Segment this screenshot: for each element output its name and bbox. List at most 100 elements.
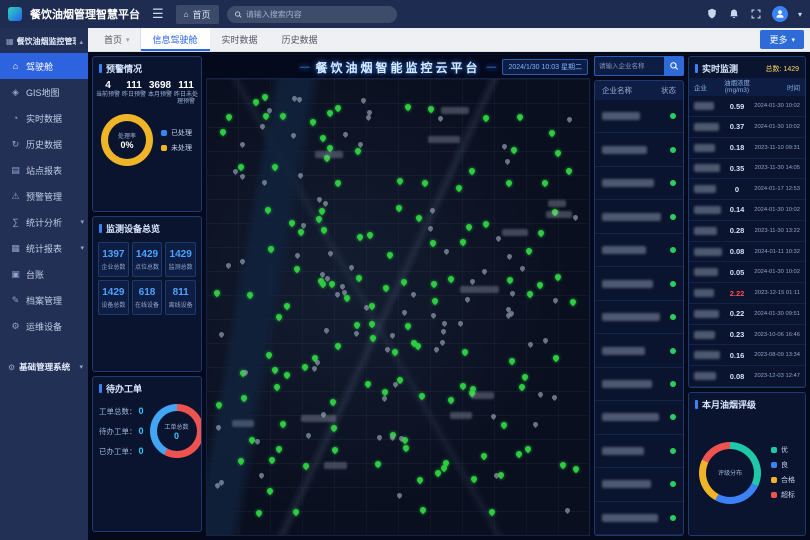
map-marker-online[interactable] (515, 449, 523, 457)
map-marker-online[interactable] (554, 272, 562, 280)
map-marker-offline[interactable] (384, 346, 391, 353)
map-marker-online[interactable] (319, 134, 327, 142)
map-marker-offline[interactable] (360, 97, 367, 104)
map-marker-online[interactable] (279, 420, 287, 428)
map-marker-offline[interactable] (440, 328, 447, 335)
shield-icon[interactable] (706, 8, 718, 20)
company-search-input[interactable] (594, 56, 664, 76)
map-marker-offline[interactable] (427, 225, 434, 232)
map-marker-online[interactable] (288, 219, 296, 227)
realtime-row[interactable]: 0.222024-01-30 09:51 (689, 304, 805, 325)
map-marker-online[interactable] (320, 226, 328, 234)
company-row[interactable] (595, 502, 683, 535)
map-marker-offline[interactable] (433, 346, 440, 353)
company-row[interactable] (595, 301, 683, 334)
map-marker-offline[interactable] (410, 291, 417, 298)
tab-信息驾驶舱[interactable]: 信息驾驶舱 (141, 28, 210, 51)
map-marker-online[interactable] (315, 214, 323, 222)
map-marker-online[interactable] (283, 371, 291, 379)
map-marker-offline[interactable] (239, 257, 246, 264)
realtime-row[interactable]: 0.182023-11-10 09:31 (689, 138, 805, 159)
company-row[interactable] (595, 167, 683, 200)
map-marker-online[interactable] (454, 184, 462, 192)
sidebar-item-档案管理[interactable]: ✎档案管理 (0, 287, 88, 313)
map-marker-online[interactable] (302, 461, 310, 469)
map-marker-offline[interactable] (290, 132, 297, 139)
company-row[interactable] (595, 267, 683, 300)
realtime-row[interactable]: 0.142024-01-30 10:02 (689, 200, 805, 221)
map-marker-online[interactable] (525, 247, 533, 255)
map-marker-online[interactable] (434, 469, 442, 477)
map-marker-offline[interactable] (297, 172, 304, 179)
map-marker-offline[interactable] (225, 262, 232, 269)
map-marker-online[interactable] (517, 383, 525, 391)
map-marker-offline[interactable] (509, 290, 516, 297)
map-marker-offline[interactable] (457, 320, 464, 327)
map-marker-offline[interactable] (258, 472, 265, 479)
map-marker-offline[interactable] (506, 253, 513, 260)
map-marker-offline[interactable] (215, 424, 222, 431)
map-marker-offline[interactable] (401, 309, 408, 316)
tab-实时数据[interactable]: 实时数据 (210, 28, 270, 51)
map-marker-offline[interactable] (381, 395, 388, 402)
map-marker-online[interactable] (430, 279, 438, 287)
map-marker-offline[interactable] (481, 268, 488, 275)
map-marker-online[interactable] (325, 109, 333, 117)
map-marker-offline[interactable] (564, 507, 571, 514)
map-marker-online[interactable] (252, 98, 260, 106)
map-marker-offline[interactable] (339, 283, 346, 290)
realtime-row[interactable]: 0.372024-01-30 10:02 (689, 117, 805, 138)
map-marker-offline[interactable] (254, 438, 261, 445)
map-marker-offline[interactable] (501, 143, 508, 150)
company-row[interactable] (595, 368, 683, 401)
map-marker-online[interactable] (499, 421, 507, 429)
realtime-row[interactable]: 0.282023-11-30 13:22 (689, 221, 805, 242)
map-marker-online[interactable] (464, 223, 472, 231)
map-marker-offline[interactable] (323, 327, 330, 334)
company-row[interactable] (595, 234, 683, 267)
map-marker-offline[interactable] (430, 312, 437, 319)
realtime-row[interactable]: 0.592024-01-30 10:02 (689, 96, 805, 117)
map-marker-online[interactable] (402, 444, 410, 452)
company-row[interactable] (595, 468, 683, 501)
realtime-row[interactable]: 0.082024-01-11 10:32 (689, 242, 805, 263)
map-marker-online[interactable] (415, 214, 423, 222)
map-marker-offline[interactable] (527, 341, 534, 348)
map-marker-online[interactable] (391, 348, 399, 356)
map-marker-online[interactable] (354, 147, 362, 155)
map-marker-online[interactable] (267, 455, 275, 463)
company-row[interactable] (595, 334, 683, 367)
sidebar-group-base[interactable]: ⚙ 基础管理系统 ▾ (0, 355, 88, 379)
map-marker-online[interactable] (508, 356, 516, 364)
map-marker-online[interactable] (553, 149, 561, 157)
map-marker-online[interactable] (255, 509, 263, 517)
map-marker-offline[interactable] (296, 96, 303, 103)
map-marker-online[interactable] (317, 207, 325, 215)
map-marker-offline[interactable] (439, 339, 446, 346)
map-marker-online[interactable] (245, 291, 253, 299)
map-marker-online[interactable] (297, 228, 305, 236)
map-marker-online[interactable] (265, 487, 273, 495)
map-marker-offline[interactable] (353, 329, 360, 336)
map-marker-offline[interactable] (429, 207, 436, 214)
sidebar-item-运维设备[interactable]: ⚙运维设备 (0, 313, 88, 339)
map-marker-online[interactable] (353, 320, 361, 328)
map-marker-online[interactable] (334, 342, 342, 350)
map-marker-offline[interactable] (552, 297, 559, 304)
map-marker-online[interactable] (273, 383, 281, 391)
map-marker-online[interactable] (459, 382, 467, 390)
map-marker-offline[interactable] (542, 337, 549, 344)
map-marker-offline[interactable] (342, 131, 349, 138)
user-avatar[interactable] (772, 6, 788, 22)
bell-icon[interactable] (728, 8, 740, 20)
company-row[interactable] (595, 100, 683, 133)
map-marker-online[interactable] (260, 93, 268, 101)
more-button[interactable]: 更多 ▾ (760, 30, 804, 49)
map-marker-online[interactable] (264, 206, 272, 214)
map-marker-online[interactable] (219, 127, 227, 135)
map-marker-offline[interactable] (261, 179, 268, 186)
map-marker-online[interactable] (292, 265, 300, 273)
map-marker-online[interactable] (481, 114, 489, 122)
realtime-row[interactable]: 0.162023-08-09 13:34 (689, 345, 805, 366)
map-marker-offline[interactable] (305, 432, 312, 439)
